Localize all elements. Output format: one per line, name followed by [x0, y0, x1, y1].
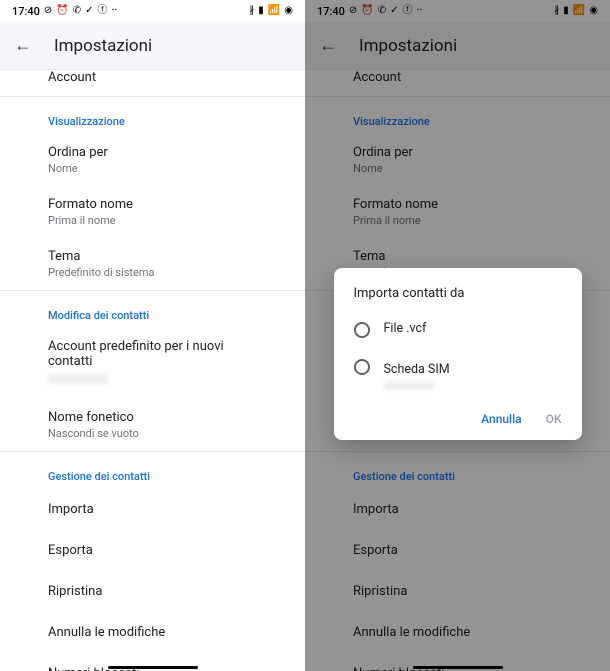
item-ordina-per[interactable]: Ordina per Nome: [0, 134, 305, 186]
item-formato-nome[interactable]: Formato nome Prima il nome: [0, 186, 305, 238]
dialog-title: Importa contatti da: [334, 286, 582, 311]
action-annulla[interactable]: Annulla le modifiche: [0, 612, 305, 653]
import-dialog: Importa contatti da File .vcf Scheda SIM…: [334, 268, 582, 440]
item-account[interactable]: Account: [0, 70, 305, 96]
section-visualizzazione: Visualizzazione: [0, 97, 305, 134]
action-ripristina[interactable]: Ripristina: [0, 571, 305, 612]
nav-handle: [108, 666, 198, 669]
item-label: Nome fonetico: [48, 410, 257, 425]
nav-handle: [413, 666, 503, 669]
item-label: Formato nome: [48, 197, 257, 212]
radio-icon: [354, 322, 370, 338]
cancel-button[interactable]: Annulla: [481, 412, 521, 426]
app-header: ← Impostazioni: [0, 22, 305, 70]
redacted-value: [48, 374, 108, 384]
whatsapp-icon: ✆: [73, 6, 81, 16]
status-right: ∦ ▮ 📶 ◉: [249, 6, 293, 16]
item-nome-fonetico[interactable]: Nome fonetico Nascondi se vuoto: [0, 399, 305, 451]
item-label: Tema: [48, 249, 257, 264]
signal1-icon: ▮: [258, 6, 264, 16]
settings-content: Account Visualizzazione Ordina per Nome …: [0, 70, 305, 671]
option-file-vcf[interactable]: File .vcf: [334, 311, 582, 348]
action-importa[interactable]: Importa: [0, 489, 305, 530]
check-icon: ✓: [85, 6, 93, 16]
item-default-account[interactable]: Account predefinito per i nuovi contatti: [0, 328, 305, 399]
item-value: Predefinito di sistema: [48, 266, 257, 279]
back-button[interactable]: ←: [14, 35, 32, 56]
item-label: Account predefinito per i nuovi contatti: [48, 339, 257, 369]
phone-right: 17:40 ⊘ ⏰ ✆ ✓ ⓕ ·· ∦ ▮ 📶 ◉ ← Impostazion…: [305, 0, 610, 671]
section-gestione: Gestione dei contatti: [0, 452, 305, 489]
status-time: 17:40: [12, 5, 40, 18]
phone-left: 17:40 ⊘ ⏰ ✆ ✓ ⓕ ·· ∦ ▮ 📶 ◉ ← Impostazion…: [0, 0, 305, 671]
page-title: Impostazioni: [54, 36, 152, 56]
status-bar: 17:40 ⊘ ⏰ ✆ ✓ ⓕ ·· ∦ ▮ 📶 ◉: [0, 0, 305, 22]
dialog-actions: Annulla OK: [334, 400, 582, 432]
option-label: Scheda SIM: [384, 362, 450, 377]
alarm-icon: ⏰: [56, 6, 68, 16]
redacted-value: [384, 381, 434, 390]
ok-button[interactable]: OK: [546, 412, 562, 426]
option-scheda-sim[interactable]: Scheda SIM: [334, 348, 582, 400]
action-esporta[interactable]: Esporta: [0, 530, 305, 571]
dnd-icon: ⊘: [44, 6, 52, 16]
facebook-icon: ⓕ: [98, 6, 108, 16]
item-account-label: Account: [48, 70, 257, 85]
radio-icon: [354, 359, 370, 375]
more-icon: ··: [112, 6, 118, 16]
item-value: Nome: [48, 162, 257, 175]
item-label: Ordina per: [48, 145, 257, 160]
item-value: Nascondi se vuoto: [48, 427, 257, 440]
wifi-icon: 📶: [268, 6, 280, 16]
battery-icon: ◉: [284, 6, 293, 16]
status-left: 17:40 ⊘ ⏰ ✆ ✓ ⓕ ··: [12, 5, 117, 18]
item-tema[interactable]: Tema Predefinito di sistema: [0, 238, 305, 290]
bluetooth-icon: ∦: [249, 6, 254, 16]
option-label: File .vcf: [384, 321, 427, 336]
item-value: Prima il nome: [48, 214, 257, 227]
section-modifica: Modifica dei contatti: [0, 291, 305, 328]
